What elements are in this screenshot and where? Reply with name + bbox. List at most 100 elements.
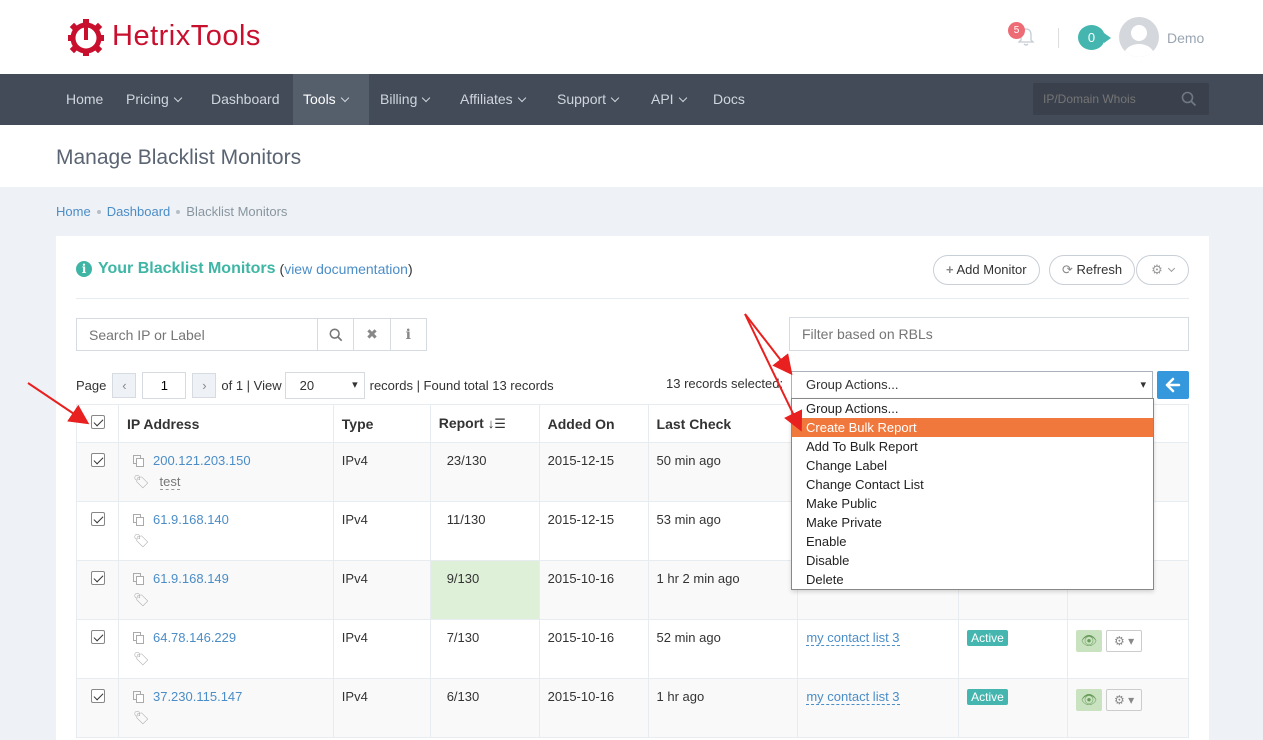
nav-api[interactable]: API [641, 74, 696, 125]
view-documentation-link[interactable]: view documentation [284, 261, 408, 277]
dropdown-option-create-bulk-report[interactable]: Create Bulk Report [792, 418, 1153, 437]
header-added[interactable]: Added On [538, 404, 649, 443]
top-header: HetrixTools 5 0 Demo [0, 0, 1263, 74]
header-last-check[interactable]: Last Check [647, 404, 799, 443]
nav-affiliates[interactable]: Affiliates [450, 74, 535, 125]
nav-home[interactable]: Home [56, 74, 113, 125]
nav-label: API [651, 91, 674, 107]
label-row: 🏷 [133, 710, 325, 726]
gear-logo-icon [68, 19, 104, 56]
breadcrumb-current: Blacklist Monitors [186, 204, 288, 219]
clear-search-button[interactable]: ✖ [353, 319, 389, 350]
report-link[interactable]: 11/130 [447, 512, 486, 527]
copy-icon[interactable] [132, 514, 145, 526]
whois-input[interactable] [1033, 83, 1173, 115]
breadcrumb-home[interactable]: Home [56, 204, 91, 219]
tag-icon[interactable]: 🏷 [133, 474, 150, 490]
ip-link[interactable]: 64.78.146.229 [153, 630, 236, 645]
nav-tools[interactable]: Tools [293, 74, 369, 125]
next-page-button[interactable]: › [192, 373, 217, 398]
info-icon: i [405, 326, 411, 343]
status-badge[interactable]: Active [967, 630, 1008, 646]
nav-docs[interactable]: Docs [703, 74, 755, 125]
messages-badge[interactable]: 0 [1078, 25, 1111, 50]
report-link[interactable]: 7/130 [447, 630, 480, 645]
add-monitor-button[interactable]: + Add Monitor [933, 255, 1040, 285]
dropdown-option[interactable]: Make Private [792, 513, 1153, 532]
copy-icon[interactable] [132, 632, 145, 644]
username[interactable]: Demo [1167, 30, 1204, 46]
search-input[interactable] [77, 319, 317, 350]
gear-icon: ⚙ ▾ [1114, 634, 1135, 648]
status-badge[interactable]: Active [967, 689, 1008, 705]
search-info-button[interactable]: i [389, 319, 426, 350]
group-actions-select[interactable]: Group Actions... [791, 371, 1153, 399]
ip-link[interactable]: 61.9.168.149 [153, 571, 229, 586]
apply-group-action-button[interactable] [1157, 371, 1189, 399]
copy-icon[interactable] [132, 455, 145, 467]
add-monitor-label: Add Monitor [956, 262, 1027, 277]
row-checkbox[interactable] [91, 571, 105, 585]
report-link[interactable]: 6/130 [447, 689, 480, 704]
dropdown-option[interactable]: Enable [792, 532, 1153, 551]
page-size-select[interactable]: 20 [284, 372, 365, 399]
breadcrumb-dashboard[interactable]: Dashboard [107, 204, 171, 219]
header-report[interactable]: Report ↓☰ [429, 404, 540, 443]
brand-name: HetrixTools [112, 19, 261, 52]
rbl-filter-input[interactable] [789, 317, 1189, 351]
dropdown-option[interactable]: Change Label [792, 456, 1153, 475]
row-checkbox[interactable] [91, 630, 105, 644]
nav-dashboard[interactable]: Dashboard [201, 74, 290, 125]
contact-list-link[interactable]: my contact list 3 [806, 630, 900, 646]
dropdown-option[interactable]: Group Actions... [792, 399, 1153, 418]
chevron-down-icon [517, 93, 526, 103]
copy-icon[interactable] [132, 573, 145, 585]
dropdown-option[interactable]: Change Contact List [792, 475, 1153, 494]
tag-icon[interactable]: 🏷 [133, 651, 150, 667]
prev-page-button[interactable]: ‹ [112, 373, 137, 398]
select-all-checkbox[interactable] [91, 415, 105, 429]
logo[interactable]: HetrixTools [68, 16, 261, 56]
search-icon[interactable] [1181, 91, 1197, 107]
report-cell: 7/130 [429, 619, 540, 679]
refresh-button[interactable]: ⟳ Refresh [1049, 255, 1136, 285]
report-link[interactable]: 9/130 [447, 571, 480, 586]
dropdown-option[interactable]: Make Public [792, 494, 1153, 513]
nav-support[interactable]: Support [547, 74, 628, 125]
report-link[interactable]: 23/130 [447, 453, 487, 468]
header-divider [1058, 28, 1059, 48]
nav-billing[interactable]: Billing [370, 74, 439, 125]
row-settings-button[interactable]: ⚙ ▾ [1106, 689, 1143, 711]
row-checkbox[interactable] [91, 689, 105, 703]
ip-link[interactable]: 61.9.168.140 [153, 512, 229, 527]
search-button[interactable] [317, 319, 353, 350]
header-type[interactable]: Type [332, 404, 431, 443]
group-actions-value: Group Actions... [806, 377, 899, 392]
tag-icon[interactable]: 🏷 [133, 710, 150, 726]
header-ip[interactable]: IP Address [117, 404, 334, 443]
page-number-input[interactable] [142, 372, 187, 399]
tag-icon[interactable]: 🏷 [133, 592, 150, 608]
ip-link[interactable]: 37.230.115.147 [153, 689, 242, 704]
monitor-label[interactable]: test [159, 474, 181, 490]
pagination: Page ‹ › of 1 | View 20 records | Found … [76, 372, 554, 399]
ip-link[interactable]: 200.121.203.150 [153, 453, 251, 468]
settings-menu-button[interactable]: ⚙ [1136, 255, 1189, 285]
dropdown-option[interactable]: Disable [792, 551, 1153, 570]
ip-cell: 61.9.168.140 🏷 [117, 501, 334, 561]
nav-pricing[interactable]: Pricing [116, 74, 191, 125]
contact-list-link[interactable]: my contact list 3 [806, 689, 900, 705]
label-row: 🏷 [133, 592, 325, 608]
tag-icon[interactable]: 🏷 [133, 533, 150, 549]
dropdown-option[interactable]: Add To Bulk Report [792, 437, 1153, 456]
copy-icon[interactable] [132, 691, 145, 703]
notification-badge[interactable]: 5 [1008, 22, 1025, 39]
dropdown-option[interactable]: Delete [792, 570, 1153, 589]
row-checkbox[interactable] [91, 453, 105, 467]
row-settings-button[interactable]: ⚙ ▾ [1106, 630, 1143, 652]
view-report-button[interactable]: 👁 [1076, 630, 1103, 652]
row-select-cell [76, 678, 119, 738]
view-report-button[interactable]: 👁 [1076, 689, 1103, 711]
row-checkbox[interactable] [91, 512, 105, 526]
avatar[interactable] [1119, 17, 1159, 57]
